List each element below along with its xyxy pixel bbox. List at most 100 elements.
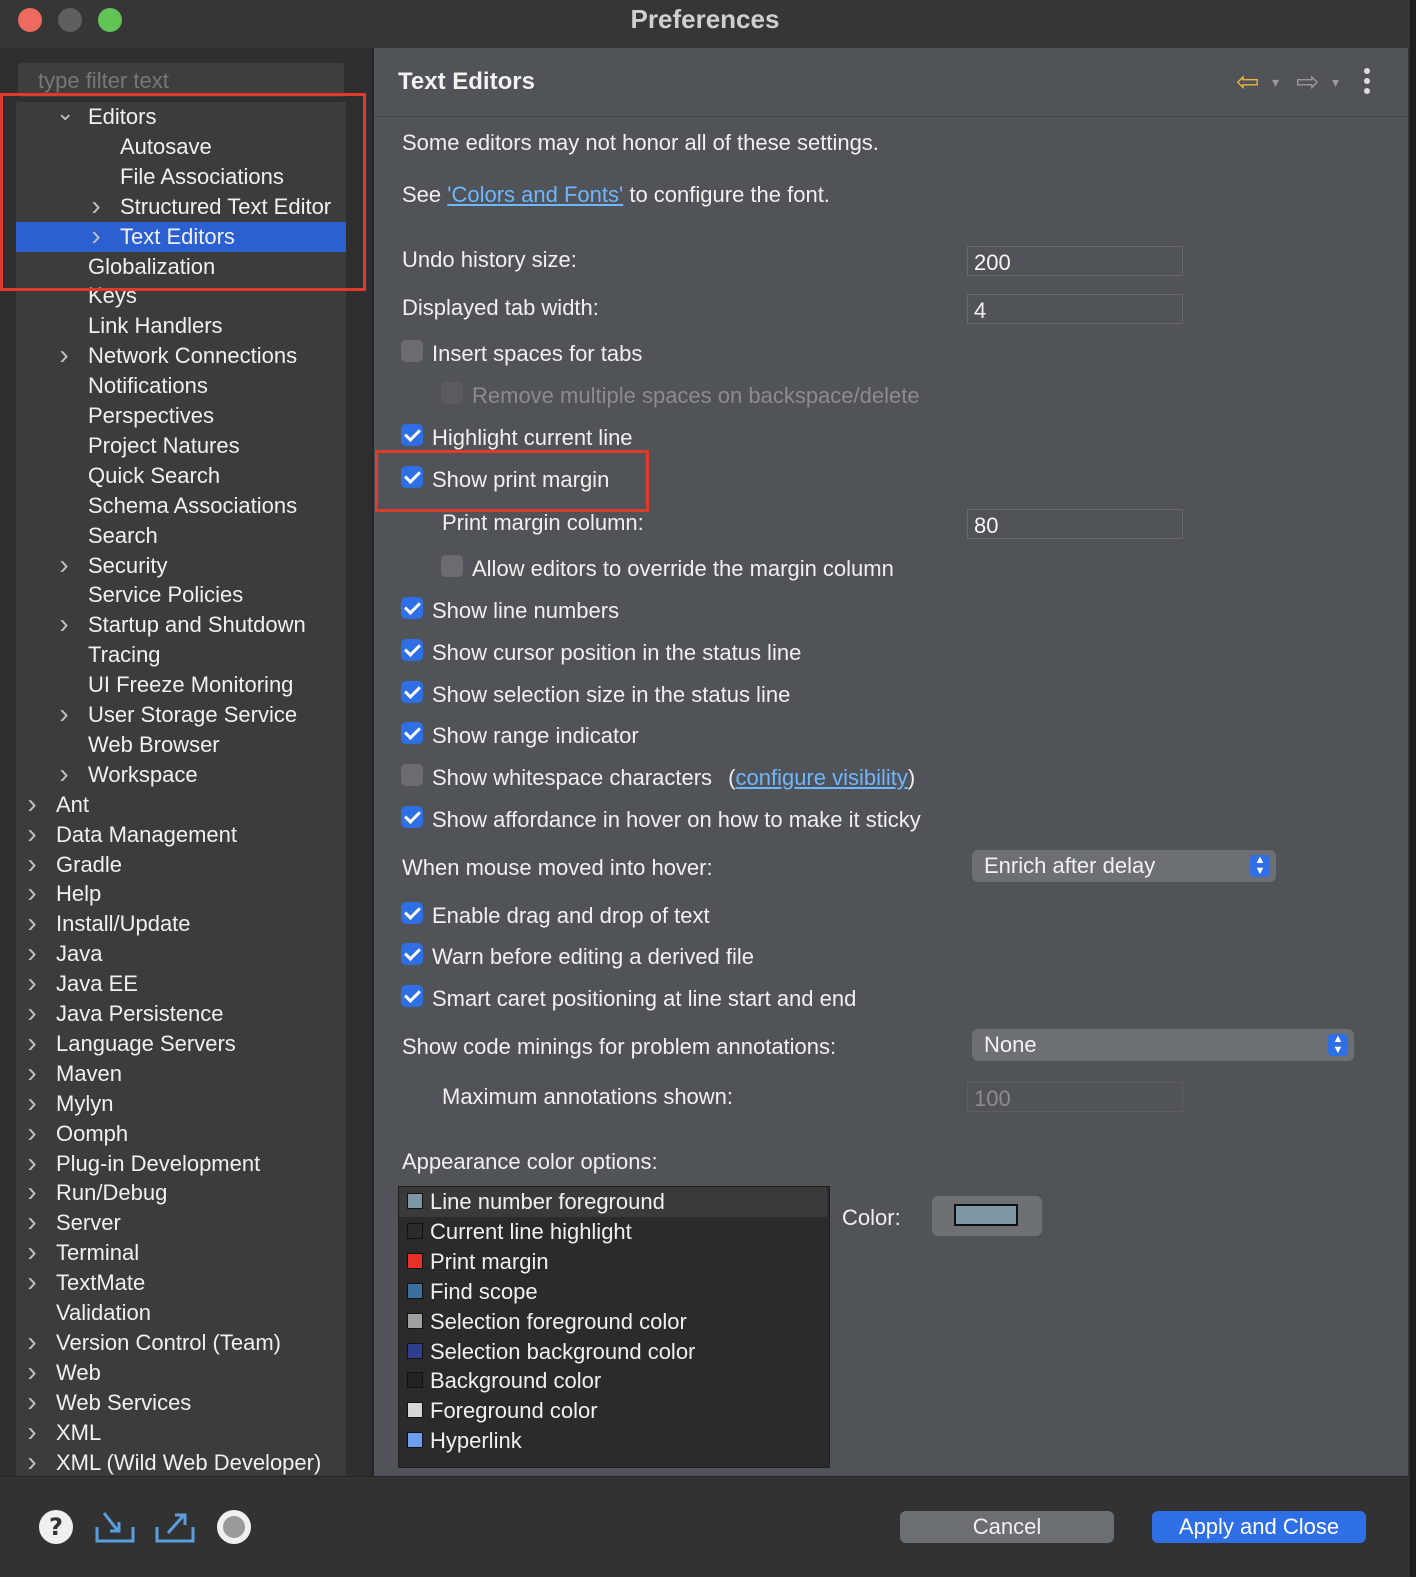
chevron-right-icon[interactable]: ›: [24, 939, 40, 969]
record-icon[interactable]: [216, 1509, 252, 1545]
chevron-down-icon[interactable]: ⌄: [56, 102, 74, 132]
chevron-right-icon[interactable]: ›: [24, 879, 40, 909]
tree-item[interactable]: › Text Editors: [16, 221, 346, 252]
chevron-right-icon[interactable]: ›: [56, 759, 72, 790]
color-picker-button[interactable]: [932, 1196, 1042, 1236]
tree-item[interactable]: Tracing: [16, 640, 346, 670]
tree-item[interactable]: › Language Servers: [16, 1028, 346, 1059]
tree-item[interactable]: Quick Search: [16, 461, 346, 491]
tree-item[interactable]: › Plug-in Development: [16, 1148, 346, 1179]
color-option-item[interactable]: Foreground color: [399, 1396, 827, 1426]
chevron-right-icon[interactable]: ›: [24, 1268, 40, 1298]
chevron-right-icon[interactable]: ›: [56, 700, 72, 730]
tree-item[interactable]: ⌄ Editors: [16, 102, 346, 132]
tree-item[interactable]: › Network Connections: [16, 341, 346, 371]
selection-size-checkbox[interactable]: [401, 681, 423, 703]
help-icon[interactable]: ?: [38, 1509, 74, 1545]
chevron-right-icon[interactable]: ›: [24, 1327, 40, 1358]
highlight-line-checkbox[interactable]: [401, 424, 423, 446]
hover-mode-select[interactable]: Enrich after delay ▲ ▼: [972, 850, 1276, 882]
chevron-right-icon[interactable]: ›: [24, 969, 40, 999]
chevron-right-icon[interactable]: ›: [56, 550, 72, 581]
back-arrow-icon[interactable]: ⇦: [1236, 66, 1259, 98]
chevron-right-icon[interactable]: ›: [24, 1238, 40, 1268]
tree-item[interactable]: Search: [16, 521, 346, 551]
chevron-right-icon[interactable]: ›: [24, 1058, 40, 1089]
tree-item[interactable]: › Structured Text Editor: [16, 191, 346, 222]
tree-item[interactable]: Notifications: [16, 371, 346, 401]
whitespace-checkbox[interactable]: [401, 764, 423, 786]
cancel-button[interactable]: Cancel: [900, 1511, 1114, 1543]
tree-item[interactable]: › Oomph: [16, 1118, 346, 1149]
range-indicator-checkbox[interactable]: [401, 722, 423, 744]
tree-item[interactable]: › Java EE: [16, 969, 346, 999]
tree-item[interactable]: › Server: [16, 1208, 346, 1238]
allow-override-checkbox[interactable]: [441, 555, 463, 577]
tree-item[interactable]: File Associations: [16, 162, 346, 192]
tree-item[interactable]: Link Handlers: [16, 311, 346, 341]
tree-item[interactable]: › Workspace: [16, 759, 346, 790]
tree-item[interactable]: Web Browser: [16, 730, 346, 760]
tree-item[interactable]: › Web Services: [16, 1387, 346, 1418]
tree-item[interactable]: › Java Persistence: [16, 999, 346, 1029]
color-option-item[interactable]: Selection background color: [399, 1337, 827, 1367]
tree-item[interactable]: › Install/Update: [16, 909, 346, 939]
tree-item[interactable]: Service Policies: [16, 580, 346, 610]
chevron-right-icon[interactable]: ›: [24, 1447, 40, 1477]
chevron-right-icon[interactable]: ›: [24, 999, 40, 1029]
chevron-right-icon[interactable]: ›: [24, 1088, 40, 1119]
tree-item[interactable]: › Maven: [16, 1058, 346, 1089]
tree-item[interactable]: › User Storage Service: [16, 700, 346, 730]
color-option-item[interactable]: Background color: [399, 1366, 827, 1396]
tree-item[interactable]: › Ant: [16, 789, 346, 820]
back-history-chevron-icon[interactable]: ▾: [1272, 74, 1279, 91]
tree-item[interactable]: › Run/Debug: [16, 1178, 346, 1208]
color-option-item[interactable]: Current line highlight: [399, 1217, 827, 1247]
chevron-right-icon[interactable]: ›: [24, 1208, 40, 1238]
chevron-right-icon[interactable]: ›: [24, 1387, 40, 1418]
tree-item[interactable]: › XML: [16, 1417, 346, 1448]
tree-item[interactable]: Schema Associations: [16, 491, 346, 521]
affordance-checkbox[interactable]: [401, 806, 423, 828]
tree-item[interactable]: › Web: [16, 1357, 346, 1388]
chevron-right-icon[interactable]: ›: [88, 191, 104, 222]
chevron-right-icon[interactable]: ›: [88, 221, 104, 252]
tree-item[interactable]: Keys: [16, 281, 346, 311]
configure-visibility-link[interactable]: configure visibility: [735, 765, 907, 790]
color-options-list[interactable]: Line number foreground Current line highl…: [398, 1186, 830, 1468]
import-icon[interactable]: [94, 1509, 136, 1545]
chevron-right-icon[interactable]: ›: [24, 1148, 40, 1179]
filter-input[interactable]: type filter text: [18, 63, 344, 97]
color-option-item[interactable]: Line number foreground: [399, 1187, 827, 1217]
color-option-item[interactable]: Hyperlink: [399, 1426, 827, 1456]
chevron-right-icon[interactable]: ›: [24, 819, 40, 850]
tab-width-field[interactable]: 4: [967, 294, 1183, 324]
warn-derived-checkbox[interactable]: [401, 943, 423, 965]
tree-item[interactable]: › Version Control (Team): [16, 1327, 346, 1358]
chevron-right-icon[interactable]: ›: [24, 1178, 40, 1208]
chevron-right-icon[interactable]: ›: [56, 610, 72, 640]
chevron-right-icon[interactable]: ›: [24, 789, 40, 820]
apply-and-close-button[interactable]: Apply and Close: [1152, 1511, 1366, 1543]
insert-spaces-checkbox[interactable]: [401, 340, 423, 362]
color-option-item[interactable]: Find scope: [399, 1277, 827, 1307]
chevron-right-icon[interactable]: ›: [24, 1417, 40, 1448]
tree-item[interactable]: Project Natures: [16, 431, 346, 461]
tree-item[interactable]: › XML (Wild Web Developer): [16, 1447, 346, 1477]
tree-item[interactable]: › Security: [16, 550, 346, 581]
tree-item[interactable]: › Help: [16, 879, 346, 909]
code-minings-select[interactable]: None ▲ ▼: [972, 1029, 1354, 1061]
tree-item[interactable]: Perspectives: [16, 401, 346, 431]
colors-and-fonts-link[interactable]: 'Colors and Fonts': [447, 182, 623, 207]
tree-item[interactable]: Autosave: [16, 132, 346, 162]
line-numbers-checkbox[interactable]: [401, 597, 423, 619]
tree-item[interactable]: › Terminal: [16, 1238, 346, 1268]
tree-item[interactable]: › Gradle: [16, 849, 346, 880]
chevron-right-icon[interactable]: ›: [24, 1357, 40, 1388]
forward-arrow-icon[interactable]: ⇨: [1296, 66, 1319, 98]
undo-history-field[interactable]: 200: [967, 246, 1183, 276]
color-option-item[interactable]: Selection foreground color: [399, 1307, 827, 1337]
export-icon[interactable]: [154, 1509, 196, 1545]
tree-item[interactable]: › Startup and Shutdown: [16, 610, 346, 640]
margin-column-field[interactable]: 80: [967, 509, 1183, 539]
